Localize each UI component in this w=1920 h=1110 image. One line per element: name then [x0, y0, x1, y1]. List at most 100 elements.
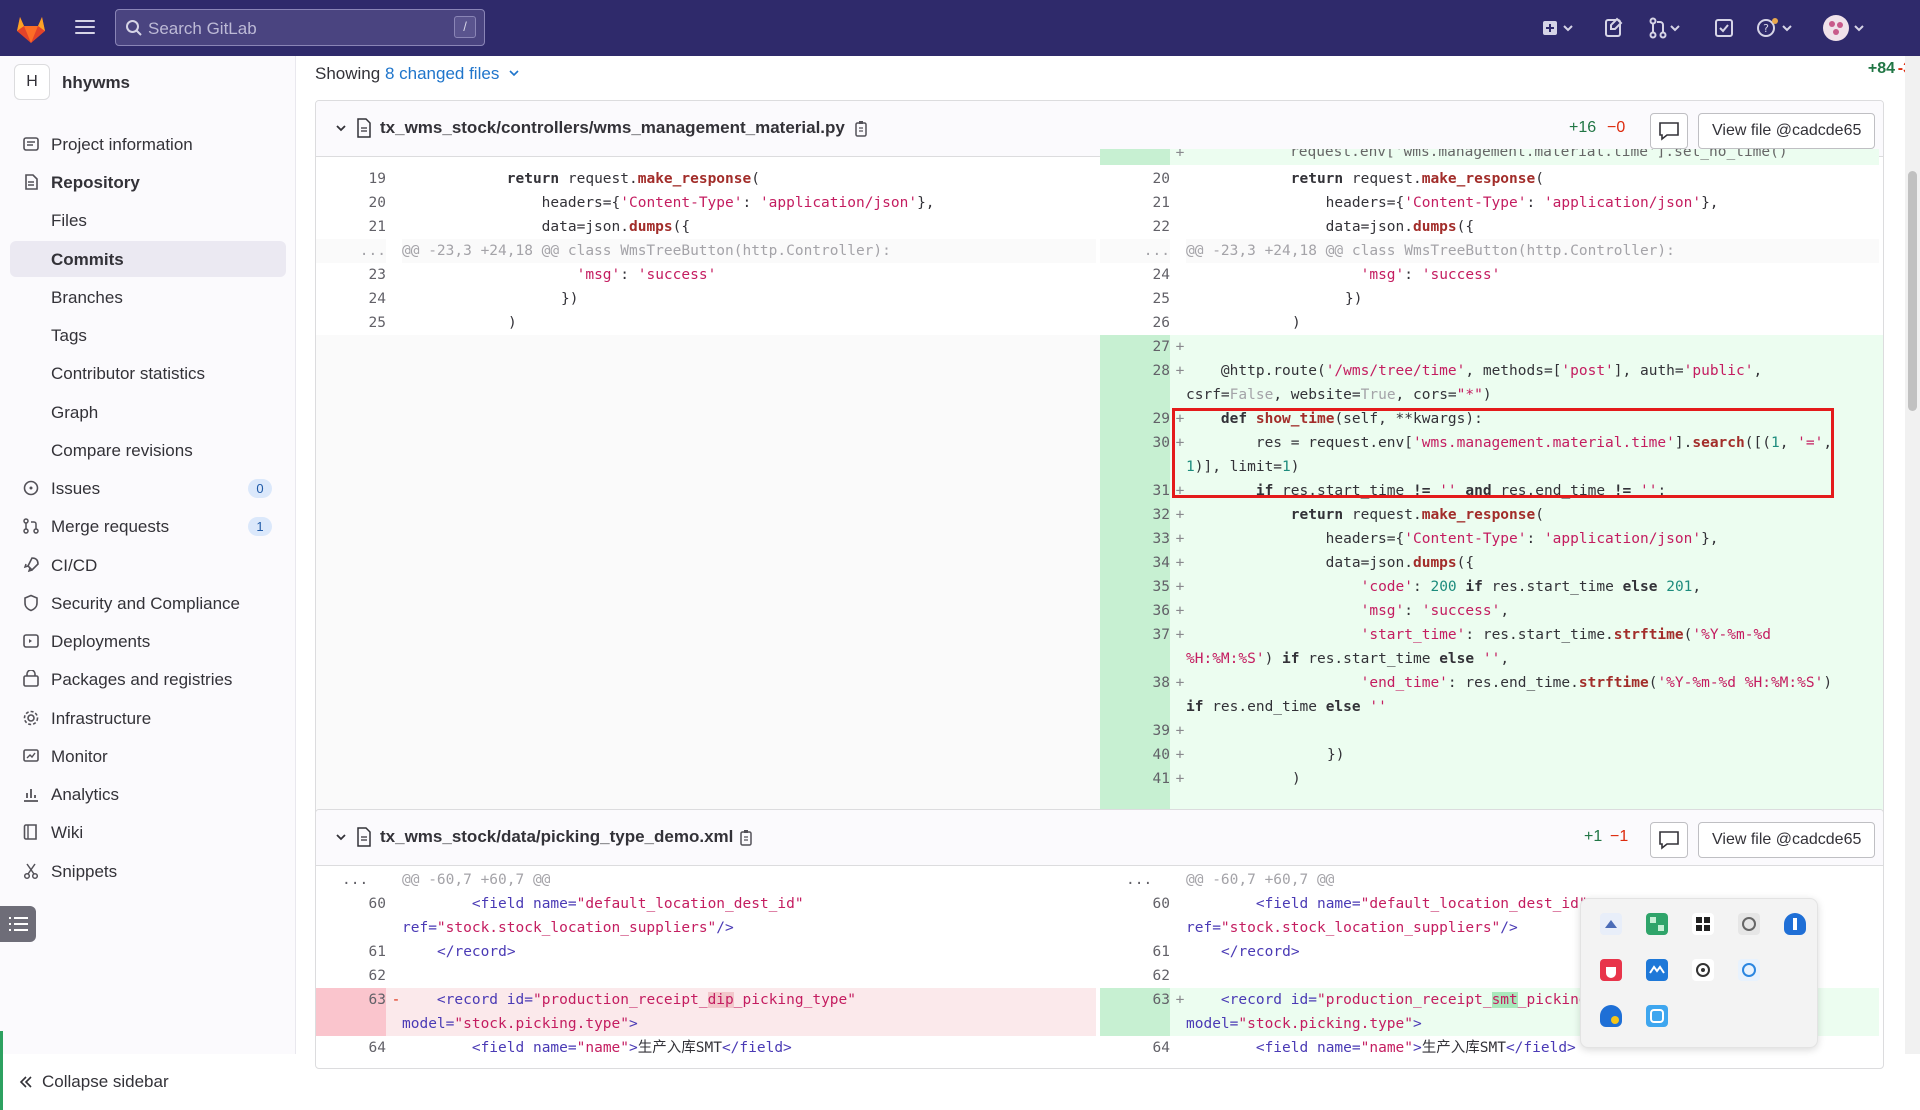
diff-file-header: tx_wms_stock/data/picking_type_demo.xml …: [316, 810, 1883, 866]
tray-app-icon[interactable]: [1692, 913, 1714, 935]
copy-icon[interactable]: [853, 120, 869, 138]
sidebar-item-repository[interactable]: Repository: [10, 164, 286, 200]
diff-row-added: 37 + 'start_time': res.start_time.strftim…: [1152, 627, 1771, 643]
diff-hunk-header[interactable]: ... @@ -60,7 +60,7 @@ ... @@ -60,7 +60,7…: [316, 868, 1883, 892]
sidebar-item-label: Security and Compliance: [51, 594, 240, 613]
help-dropdown-icon[interactable]: ?: [1755, 16, 1795, 40]
chart-icon: [24, 789, 38, 802]
double-chevron-left-icon: [19, 1076, 32, 1088]
file-icon: [357, 827, 371, 847]
tray-app-icon[interactable]: [1646, 959, 1668, 981]
changed-files-dropdown[interactable]: 8 changed files: [385, 64, 499, 83]
sidebar-item-label: CI/CD: [51, 556, 98, 575]
project-avatar: H: [14, 64, 50, 100]
chevron-down-icon[interactable]: [334, 121, 348, 135]
tray-app-icon[interactable]: [1646, 913, 1668, 935]
sidebar-item-project-information[interactable]: Project information: [10, 126, 286, 162]
search-shortcut-key: /: [454, 16, 476, 38]
shield-icon[interactable]: [1784, 913, 1806, 935]
tray-app-icon[interactable]: [1600, 959, 1622, 981]
sidebar-item-label: Commits: [51, 250, 124, 269]
issues-count-badge: 0: [248, 479, 272, 498]
shield-icon: [24, 594, 38, 612]
gitlab-logo-icon[interactable]: [14, 12, 48, 44]
sidebar-item-contributor-statistics[interactable]: Contributor statistics: [10, 355, 286, 391]
sidebar-item-label: Deployments: [51, 632, 151, 651]
diff-file-path[interactable]: tx_wms_stock/data/picking_type_demo.xml: [380, 827, 733, 847]
sidebar-item-infrastructure[interactable]: Infrastructure: [10, 700, 286, 736]
tray-app-icon[interactable]: [1738, 913, 1760, 935]
tray-app-icon[interactable]: [1692, 959, 1714, 981]
sidebar-item-branches[interactable]: Branches: [10, 279, 286, 315]
list-toggle-floating-button[interactable]: [0, 906, 36, 942]
chevron-down-icon[interactable]: [508, 67, 520, 79]
sidebar-item-label: Issues: [51, 479, 101, 498]
sidebar-item-files[interactable]: Files: [10, 202, 286, 238]
sidebar-item-monitor[interactable]: Monitor: [10, 738, 286, 774]
sidebar-item-analytics[interactable]: Analytics: [10, 776, 286, 812]
sidebar-item-label: Merge requests: [51, 517, 170, 536]
sidebar-item-deployments[interactable]: Deployments: [10, 623, 286, 659]
sidebar-item-label: Contributor statistics: [51, 364, 205, 383]
chevron-down-icon[interactable]: [334, 830, 348, 844]
sidebar-item-snippets[interactable]: Snippets: [10, 853, 286, 889]
sidebar-item-compare-revisions[interactable]: Compare revisions: [10, 432, 286, 468]
system-tray-overflow: [1580, 898, 1818, 1048]
scissors-icon: [23, 863, 39, 880]
diff-row: 21 data=json.dumps({ 22 data=json.dumps(…: [368, 219, 1475, 235]
page-scrollbar[interactable]: [1905, 56, 1920, 1054]
diff-code-area: + request.env['wms.management.material.t…: [316, 149, 1883, 839]
sidebar-item-merge-requests[interactable]: Merge requests 1: [10, 508, 286, 544]
view-file-button[interactable]: View file @cadcde65: [1698, 822, 1876, 858]
deployments-icon: [23, 634, 39, 648]
sidebar-item-label: Packages and registries: [51, 670, 233, 689]
diff-row: 19 return request.make_response( 20 retu…: [368, 171, 1544, 187]
diff-file-path[interactable]: tx_wms_stock/controllers/wms_management_…: [380, 118, 845, 138]
cloud-gear-icon: [23, 710, 39, 726]
sidebar-item-label: Monitor: [51, 747, 108, 766]
sidebar-item-issues[interactable]: Issues 0: [10, 470, 286, 506]
comment-icon: [1659, 831, 1679, 850]
diff-hunk-header[interactable]: ... @@ -23,3 +24,18 @@ class WmsTreeButt…: [316, 239, 1883, 263]
sidebar-item-tags[interactable]: Tags: [10, 317, 286, 353]
sidebar-item-label: Repository: [51, 173, 140, 192]
merge-requests-dropdown-icon[interactable]: [1648, 16, 1682, 40]
project-icon: [23, 137, 39, 151]
diff-row-added-wrap: csrf=False, website=True, cors="*"): [1186, 387, 1492, 403]
comment-button[interactable]: [1650, 113, 1688, 149]
book-icon: [23, 824, 37, 840]
sidebar-item-packages-registries[interactable]: Packages and registries: [10, 661, 286, 697]
sidebar-item-ci-cd[interactable]: CI/CD: [10, 547, 286, 583]
comment-button[interactable]: [1650, 822, 1688, 858]
search-input[interactable]: Search GitLab /: [115, 9, 485, 46]
copy-icon[interactable]: [738, 829, 754, 847]
tray-app-icon[interactable]: [1646, 1005, 1668, 1027]
merge-requests-count-badge: 1: [248, 517, 272, 536]
sidebar-item-label: Tags: [51, 326, 87, 345]
project-header[interactable]: H hhywms: [14, 64, 284, 100]
sidebar-item-commits[interactable]: Commits: [10, 241, 286, 277]
tray-app-icon[interactable]: [1738, 959, 1760, 981]
sidebar-item-label: Analytics: [51, 785, 120, 804]
new-item-dropdown-icon[interactable]: [1541, 16, 1575, 40]
view-file-button[interactable]: View file @cadcde65: [1698, 113, 1876, 149]
sidebar-item-wiki[interactable]: Wiki: [10, 814, 286, 850]
sidebar-item-graph[interactable]: Graph: [10, 394, 286, 430]
diff-row-added: 32 + return request.make_response(: [1152, 507, 1544, 523]
diff-row-added: 27 +: [1152, 339, 1185, 355]
project-name: hhywms: [62, 73, 131, 92]
project-sidebar: H hhywms Project information Repository …: [0, 56, 296, 1110]
scrollbar-thumb[interactable]: [1908, 171, 1917, 411]
hamburger-menu-icon[interactable]: [72, 16, 98, 40]
issues-icon: [23, 480, 39, 496]
tray-app-icon[interactable]: [1600, 913, 1622, 935]
issues-icon[interactable]: [1603, 16, 1625, 40]
user-avatar-dropdown[interactable]: [1821, 13, 1867, 41]
diff-row-added: 35 + 'code': 200 if res.start_time else 2…: [1152, 579, 1702, 595]
diff-row-added: 38 + 'end_time': res.end_time.strftime('%…: [1152, 675, 1833, 691]
security-shield-icon[interactable]: [1600, 1005, 1622, 1027]
todos-icon[interactable]: [1713, 16, 1735, 40]
file-deletions: −0: [1607, 119, 1626, 136]
diff-row: 24 }) 25 }): [368, 291, 1363, 307]
sidebar-item-security-compliance[interactable]: Security and Compliance: [10, 585, 286, 621]
